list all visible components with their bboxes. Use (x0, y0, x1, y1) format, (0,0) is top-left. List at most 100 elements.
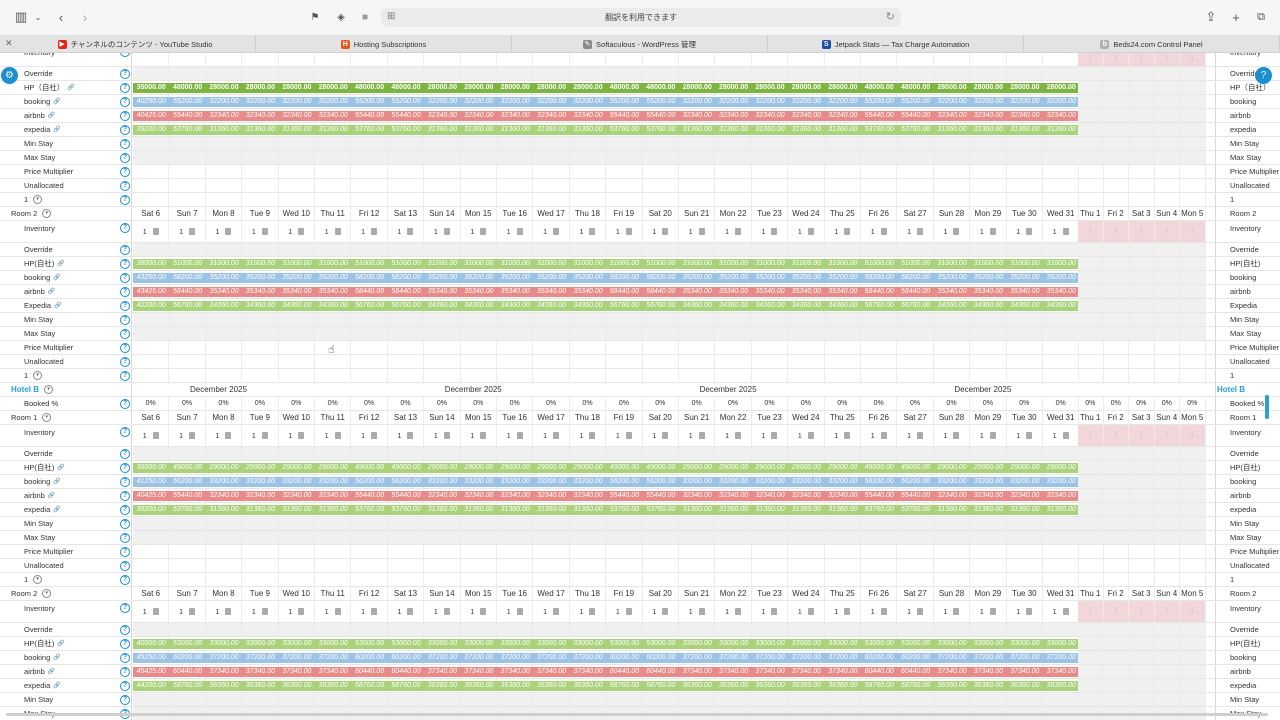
rate-value[interactable]: 58200.00 (351, 273, 387, 283)
grid-cell[interactable] (788, 313, 825, 326)
inventory-value[interactable]: 1 (398, 431, 414, 440)
rate-value[interactable]: 51000.00 (897, 259, 933, 269)
grid-cell[interactable]: Sun 21 (679, 411, 716, 424)
rate-value[interactable]: 33200.00 (497, 477, 533, 487)
grid-cell[interactable]: 0% (1155, 397, 1180, 410)
grid-cell[interactable] (606, 693, 643, 706)
grid-cell[interactable] (497, 531, 534, 544)
rate-value[interactable]: 33000.00 (533, 639, 569, 649)
grid-cell[interactable]: 1 (679, 425, 716, 446)
grid-cell[interactable] (1180, 651, 1206, 664)
help-icon[interactable]: ? (120, 667, 130, 677)
inventory-value[interactable]: 1 (944, 607, 960, 616)
grid-cell[interactable] (460, 313, 497, 326)
grid-cell[interactable] (933, 151, 971, 164)
grid-cell[interactable]: 0% (206, 397, 243, 410)
grid-cell[interactable] (1043, 341, 1080, 354)
rate-value[interactable]: 60440.00 (169, 667, 205, 677)
grid-cell[interactable] (824, 313, 861, 326)
grid-cell[interactable]: Sun 21 (679, 207, 716, 220)
grid-cell[interactable] (205, 693, 243, 706)
help-icon[interactable]: ? (1255, 67, 1272, 84)
grid-cell[interactable] (205, 151, 243, 164)
inventory-value[interactable]: 1 (834, 227, 851, 236)
tab-3[interactable]: ✎ Softaculous - WordPress 管理 (512, 35, 768, 53)
grid-cell[interactable]: 1 (206, 221, 243, 242)
grid-cell[interactable] (388, 355, 425, 368)
grid-cell[interactable]: Wed 31 (1043, 411, 1080, 424)
grid-cell[interactable] (497, 559, 534, 572)
grid-cell[interactable] (715, 559, 752, 572)
grid-cell[interactable]: ⁞ (1154, 425, 1180, 446)
grid-cell[interactable] (169, 165, 206, 178)
grid-cell[interactable] (1180, 665, 1206, 678)
grid-cell[interactable] (1129, 559, 1155, 572)
rate-value[interactable]: 32340.00 (533, 491, 569, 501)
grid-cell[interactable] (751, 137, 789, 150)
rate-value[interactable]: 31360.00 (206, 125, 242, 135)
grid-cell[interactable] (388, 53, 425, 66)
grid-cell[interactable] (751, 327, 789, 340)
inventory-value[interactable]: 1 (543, 227, 560, 236)
grid-cell[interactable]: 1 (1043, 221, 1080, 242)
grid-cell[interactable] (497, 341, 534, 354)
grid-cell[interactable] (970, 517, 1007, 530)
grid-cell[interactable]: Tue 16 (497, 207, 534, 220)
grid-cell[interactable] (1103, 95, 1129, 108)
grid-cell[interactable] (606, 137, 643, 150)
rate-value[interactable]: 53760.00 (606, 125, 642, 135)
grid-cell[interactable] (1103, 637, 1129, 650)
tab-overview-icon[interactable]: ⧉ (1254, 9, 1268, 25)
grid-cell[interactable] (897, 341, 934, 354)
rate-value[interactable]: 31000.00 (934, 259, 970, 269)
grid-cell[interactable]: Sat 20 (643, 207, 679, 220)
rate-value[interactable]: 32200.00 (1043, 97, 1079, 107)
grid-cell[interactable] (788, 179, 825, 192)
rate-value[interactable]: 55440.00 (388, 491, 424, 501)
grid-cell[interactable]: 1 (897, 221, 934, 242)
help-icon[interactable]: ? (120, 167, 130, 177)
grid-cell[interactable] (752, 179, 789, 192)
grid-cell[interactable] (533, 355, 570, 368)
grid-cell[interactable] (205, 327, 243, 340)
grid-cell[interactable] (460, 693, 497, 706)
grid-cell[interactable]: Wed 10 (279, 411, 315, 424)
grid-cell[interactable] (533, 67, 570, 80)
link-icon[interactable]: 🔗 (53, 98, 60, 105)
grid-cell[interactable] (533, 517, 570, 530)
inventory-value[interactable]: 1 (1053, 431, 1069, 440)
grid-cell[interactable] (1154, 285, 1180, 298)
grid-cell[interactable] (242, 545, 279, 558)
help-icon[interactable]: ? (120, 343, 130, 353)
inventory-value[interactable]: 1 (179, 227, 196, 236)
rate-value[interactable]: 53000.00 (388, 639, 424, 649)
rate-value[interactable]: 37340.00 (533, 667, 569, 677)
rate-value[interactable]: 29000.00 (497, 463, 533, 473)
rate-value[interactable]: 35340.00 (970, 287, 1006, 297)
grid-cell[interactable]: Sat 27 (897, 411, 934, 424)
grid-cell[interactable]: 1 (970, 425, 1007, 446)
rate-bar-airbnb[interactable]: 40425.00 55440.00 32340.00 32340.00 32340.00… (133, 111, 1078, 121)
grid-cell[interactable]: Wed 31 (1043, 587, 1080, 600)
rate-value[interactable]: 49000.00 (861, 463, 897, 473)
rate-value[interactable]: 37200.00 (461, 653, 497, 663)
grid-cell[interactable] (934, 545, 971, 558)
grid-cell[interactable] (533, 151, 570, 164)
grid-cell[interactable] (424, 545, 461, 558)
grid-cell[interactable] (824, 243, 861, 256)
rate-value[interactable]: 49000.00 (388, 463, 424, 473)
rate-value[interactable]: 49000.00 (169, 463, 205, 473)
grid-cell[interactable] (970, 193, 1007, 206)
grid-cell[interactable] (1103, 313, 1129, 326)
grid-cell[interactable]: 1 (825, 221, 861, 242)
rate-value[interactable]: 36360.00 (242, 681, 278, 691)
grid-cell[interactable] (1129, 109, 1155, 122)
help-icon[interactable]: ? (120, 315, 130, 325)
rate-value[interactable]: 32340.00 (533, 111, 569, 121)
grid-cell[interactable] (533, 341, 570, 354)
grid-cell[interactable] (824, 151, 861, 164)
grid-cell[interactable] (1078, 285, 1104, 298)
inventory-value[interactable]: 1 (434, 431, 450, 440)
grid-cell[interactable] (1154, 475, 1180, 488)
grid-cell[interactable] (642, 67, 679, 80)
